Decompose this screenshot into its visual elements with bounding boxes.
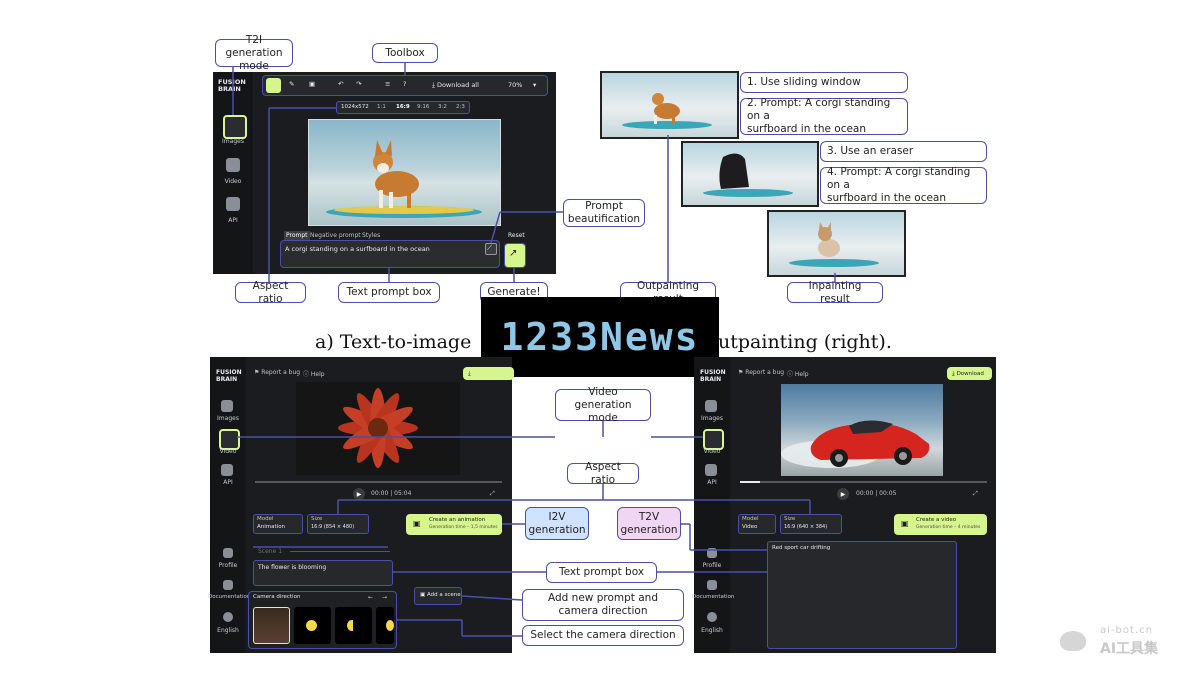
site-watermark-name: AI工具集	[1100, 641, 1159, 657]
site-watermark: ai-bot.cn AI工具集	[1060, 625, 1185, 659]
site-watermark-logo-icon	[1060, 631, 1086, 651]
connector-lines	[232, 63, 836, 637]
site-watermark-url: ai-bot.cn	[1100, 625, 1153, 636]
